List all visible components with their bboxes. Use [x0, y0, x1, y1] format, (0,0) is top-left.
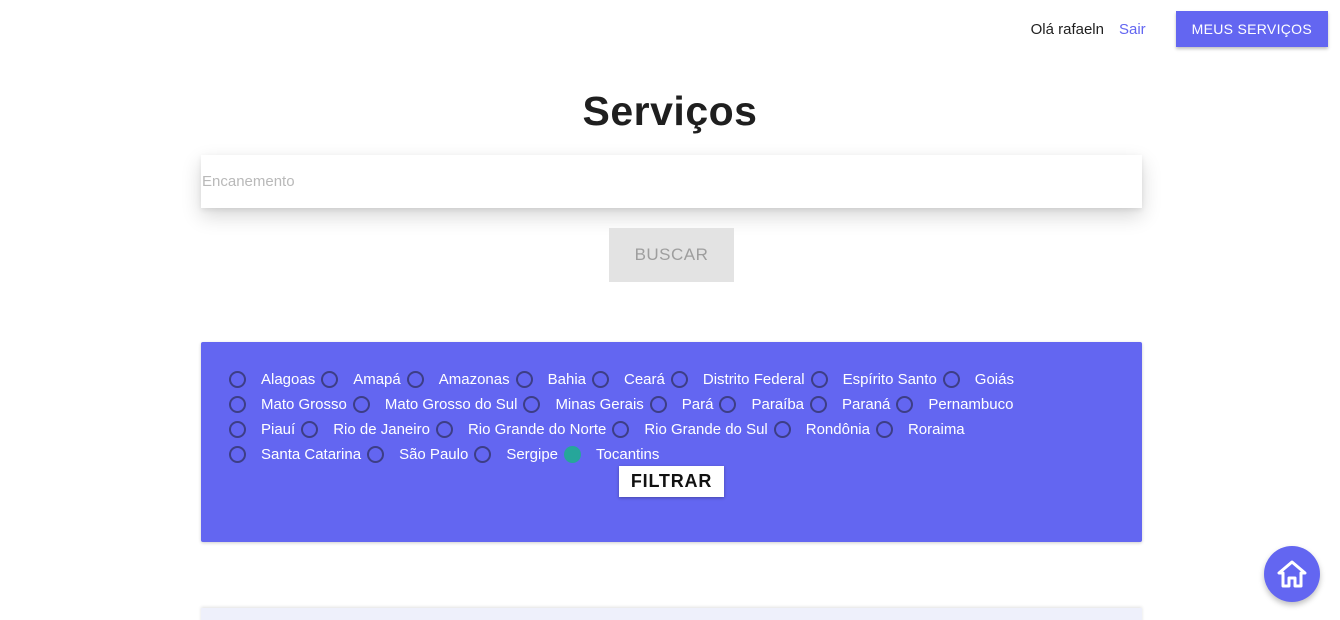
state-radio[interactable]: [352, 396, 370, 413]
home-icon: [1277, 560, 1307, 588]
state-option[interactable]: Mato Grosso do Sul: [352, 392, 518, 417]
state-radio[interactable]: [515, 371, 533, 388]
state-option[interactable]: Ceará: [592, 367, 665, 392]
state-label: Piauí: [261, 421, 296, 438]
state-radio[interactable]: [301, 421, 319, 438]
state-radio[interactable]: [229, 421, 246, 438]
state-option[interactable]: Distrito Federal: [670, 367, 805, 392]
state-radio[interactable]: [719, 396, 737, 413]
state-option[interactable]: Pernambuco: [896, 392, 1013, 417]
state-label: Roraima: [907, 421, 965, 438]
state-radio[interactable]: [612, 421, 630, 438]
state-radio[interactable]: [367, 446, 385, 463]
state-label: Mato Grosso: [261, 396, 347, 413]
state-label: Tocantins: [596, 446, 660, 463]
state-radio[interactable]: [773, 421, 791, 438]
state-option[interactable]: Sergipe: [474, 442, 558, 467]
search-button[interactable]: BUSCAR: [609, 228, 734, 282]
filter-button[interactable]: FILTRAR: [619, 466, 724, 497]
my-services-button[interactable]: MEUS SERVIÇOS: [1175, 11, 1328, 47]
state-label: Ceará: [624, 371, 665, 388]
state-radio[interactable]: [321, 371, 339, 388]
state-radio[interactable]: [229, 396, 246, 413]
state-option[interactable]: Paraná: [810, 392, 890, 417]
user-greeting: Olá rafaeln: [1030, 20, 1104, 38]
state-radio[interactable]: [406, 371, 424, 388]
state-radio[interactable]: [896, 396, 914, 413]
state-label: Bahia: [547, 371, 586, 388]
state-label: Rio de Janeiro: [333, 421, 430, 438]
state-label: Distrito Federal: [702, 371, 805, 388]
state-label: Amapá: [353, 371, 401, 388]
page: Olá rafaeln Sair MEUS SERVIÇOS Serviços …: [0, 0, 1340, 620]
state-option[interactable]: Alagoas: [229, 367, 315, 392]
logout-link[interactable]: Sair: [1119, 21, 1146, 38]
state-radio[interactable]: [435, 421, 453, 438]
state-label: Pernambuco: [928, 396, 1014, 413]
state-option[interactable]: Rio Grande do Norte: [435, 417, 607, 442]
state-option[interactable]: Amapá: [321, 367, 401, 392]
state-radio[interactable]: [564, 446, 582, 463]
state-radio[interactable]: [474, 446, 492, 463]
state-option[interactable]: Rio Grande do Sul: [612, 417, 768, 442]
page-title: Serviços: [582, 88, 758, 134]
state-label: São Paulo: [399, 446, 469, 463]
state-label: Espírito Santo: [842, 371, 937, 388]
state-label: Rondônia: [805, 421, 870, 438]
state-radio[interactable]: [592, 371, 609, 388]
state-radio[interactable]: [875, 421, 893, 438]
state-option[interactable]: Bahia: [515, 367, 586, 392]
state-option[interactable]: Minas Gerais: [523, 392, 644, 417]
state-label: Minas Gerais: [555, 396, 644, 413]
state-option[interactable]: Espírito Santo: [810, 367, 937, 392]
state-option[interactable]: São Paulo: [367, 442, 468, 467]
state-option[interactable]: Goiás: [942, 367, 1014, 392]
state-option[interactable]: Roraima: [875, 417, 965, 442]
state-radio[interactable]: [229, 371, 246, 388]
state-filter-panel: Alagoas Amapá Amazonas Bahia Ceará Distrito F…: [201, 342, 1142, 542]
search-input[interactable]: [201, 155, 1142, 208]
state-option[interactable]: Rondônia: [773, 417, 870, 442]
state-radio[interactable]: [810, 396, 828, 413]
state-option[interactable]: Rio de Janeiro: [301, 417, 430, 442]
state-option[interactable]: Paraíba: [719, 392, 804, 417]
state-option[interactable]: Tocantins: [564, 442, 659, 467]
top-bar: Olá rafaeln Sair MEUS SERVIÇOS: [1031, 11, 1328, 47]
state-label: Goiás: [974, 371, 1014, 388]
state-option[interactable]: Amazonas: [406, 367, 510, 392]
state-radio[interactable]: [670, 371, 688, 388]
state-option[interactable]: Santa Catarina: [229, 442, 361, 467]
state-label: Santa Catarina: [261, 446, 362, 463]
state-option[interactable]: Mato Grosso: [229, 392, 347, 417]
state-radio-group: Alagoas Amapá Amazonas Bahia Ceará Distrito F…: [229, 367, 1089, 467]
state-radio[interactable]: [649, 396, 667, 413]
state-radio[interactable]: [810, 371, 828, 388]
state-label: Rio Grande do Sul: [644, 421, 768, 438]
state-label: Alagoas: [261, 371, 316, 388]
state-label: Pará: [681, 396, 714, 413]
state-label: Mato Grosso do Sul: [384, 396, 518, 413]
state-radio[interactable]: [523, 396, 541, 413]
state-label: Paraíba: [751, 396, 805, 413]
state-label: Sergipe: [506, 446, 559, 463]
state-label: Paraná: [842, 396, 891, 413]
state-label: Rio Grande do Norte: [467, 421, 607, 438]
state-label: Amazonas: [438, 371, 510, 388]
home-button[interactable]: [1264, 546, 1320, 602]
state-option[interactable]: Piauí: [229, 417, 295, 442]
results-card: [201, 608, 1142, 620]
state-option[interactable]: Pará: [649, 392, 714, 417]
state-radio[interactable]: [229, 446, 246, 463]
state-radio[interactable]: [942, 371, 960, 388]
